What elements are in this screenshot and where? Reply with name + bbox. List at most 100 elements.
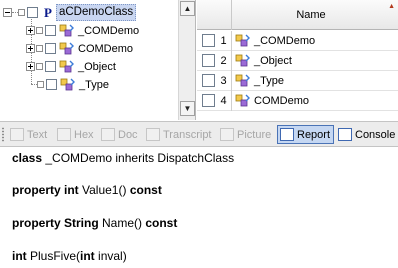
interface-icon (235, 94, 250, 107)
tree-root-row[interactable]: P aCDemoClass (3, 4, 137, 21)
row-checkbox[interactable] (202, 74, 215, 87)
row-checkbox[interactable] (202, 94, 215, 107)
report-view[interactable]: class _COMDemo inherits DispatchClass pr… (0, 148, 398, 268)
tree-item-label: _COMDemo (78, 24, 140, 37)
row-number: 1 (216, 31, 232, 51)
row-name-cell: _Object (233, 51, 292, 71)
tab-label: Picture (237, 128, 272, 141)
tree-item-type[interactable]: _Type (31, 76, 109, 93)
expand-icon[interactable] (26, 44, 35, 53)
report-keyword: property int (12, 183, 79, 197)
expand-icon[interactable] (26, 62, 35, 71)
console-icon (338, 128, 352, 141)
tree-checkbox[interactable] (45, 61, 56, 72)
tree-item-comdemo[interactable]: COMDemo (26, 40, 133, 57)
row-name-cell: _Type (233, 71, 284, 91)
report-text: inval) (94, 249, 127, 263)
report-class-line: class _COMDemo inherits DispatchClass (12, 151, 234, 165)
tree-root-label[interactable]: aCDemoClass (55, 4, 137, 21)
report-method-line: int PlusFive(int inval) (12, 249, 127, 263)
tree-checkbox[interactable] (45, 43, 56, 54)
tree-item-label: COMDemo (78, 42, 134, 55)
tree-item-comdemo-private[interactable]: _COMDemo (26, 22, 139, 39)
scroll-down-icon[interactable]: ▼ (180, 101, 195, 116)
tree-item-label: _Object (78, 60, 116, 73)
doc-icon (101, 128, 115, 141)
row-number: 4 (216, 91, 232, 111)
toolbar-grip-icon[interactable] (1, 127, 5, 142)
table-row[interactable]: 4 COMDemo (197, 91, 398, 111)
interface-icon (59, 42, 74, 54)
report-keyword: const (129, 183, 162, 197)
column-header-name[interactable]: Name (232, 0, 390, 30)
row-name-cell: _COMDemo (233, 31, 315, 51)
report-text: Value1() (78, 183, 130, 197)
tab-label: Report (297, 128, 331, 141)
row-name: _Type (254, 75, 284, 87)
interface-icon (60, 78, 75, 90)
tree-checkbox[interactable] (46, 79, 57, 90)
report-keyword: int (12, 249, 27, 263)
view-tab-bar: Text Hex Doc Transcript Picture Report C… (0, 121, 398, 147)
report-property-line: property int Value1() const (12, 183, 162, 197)
expand-icon[interactable] (26, 26, 35, 35)
row-checkbox[interactable] (202, 34, 215, 47)
tree-checkbox[interactable] (27, 7, 38, 18)
tab-hex[interactable]: Hex (55, 125, 97, 144)
class-tree-pane[interactable]: P aCDemoClass _COMDemo COMDemo _Object _… (0, 0, 196, 120)
row-checkbox[interactable] (202, 54, 215, 67)
tab-label: Transcript (163, 128, 212, 141)
tab-label: Doc (118, 128, 138, 141)
tab-label: Console (355, 128, 396, 141)
tab-text[interactable]: Text (8, 125, 50, 144)
report-text: PlusFive( (26, 249, 81, 263)
grid-header: Name ▲ (197, 0, 398, 30)
class-badge: P (44, 4, 52, 20)
row-name: _Object (254, 55, 292, 67)
tree-item-object[interactable]: _Object (26, 58, 116, 75)
tree-scrollbar[interactable]: ▲ ▼ (178, 0, 195, 120)
interface-icon (235, 54, 250, 67)
tab-report[interactable]: Report (277, 125, 335, 144)
row-name: COMDemo (254, 95, 310, 107)
node-dot-icon (37, 81, 44, 88)
report-keyword: const (145, 216, 178, 230)
picture-icon (220, 128, 234, 141)
tab-transcript[interactable]: Transcript (144, 125, 215, 144)
row-number: 3 (216, 71, 232, 91)
tab-doc[interactable]: Doc (99, 125, 141, 144)
node-dot-icon (36, 27, 43, 34)
report-property-line: property String Name() const (12, 216, 177, 230)
interface-icon (235, 74, 250, 87)
node-dot-icon (18, 9, 25, 16)
grid-header-corner (197, 0, 232, 30)
sort-arrow-icon: ▲ (388, 3, 395, 10)
report-keyword: property String (12, 216, 99, 230)
members-grid[interactable]: Name ▲ 1 _COMDemo 2 _Object 3 _Type 4 CO… (197, 0, 398, 120)
row-name-cell: COMDemo (233, 91, 309, 111)
tab-picture[interactable]: Picture (218, 125, 274, 144)
tab-label: Hex (74, 128, 94, 141)
report-keyword: class (12, 151, 43, 165)
interface-icon (59, 60, 74, 72)
table-row[interactable]: 2 _Object (197, 51, 398, 71)
report-text: Name() (98, 216, 146, 230)
collapse-icon[interactable] (3, 8, 12, 17)
hex-icon (57, 128, 71, 141)
tree-checkbox[interactable] (45, 25, 56, 36)
table-row[interactable]: 1 _COMDemo (197, 31, 398, 51)
table-row[interactable]: 3 _Type (197, 71, 398, 91)
scroll-up-icon[interactable]: ▲ (180, 1, 195, 16)
node-dot-icon (36, 45, 43, 52)
tree-item-label: _Type (79, 78, 109, 91)
report-icon (280, 128, 294, 141)
interface-icon (59, 24, 74, 36)
row-number: 2 (216, 51, 232, 71)
node-dot-icon (36, 63, 43, 70)
tab-label: Text (27, 128, 48, 141)
text-icon (10, 128, 24, 141)
report-text: _COMDemo inherits DispatchClass (42, 151, 235, 165)
transcript-icon (146, 128, 160, 141)
tab-console[interactable]: Console (336, 125, 398, 144)
row-name: _COMDemo (254, 35, 316, 47)
